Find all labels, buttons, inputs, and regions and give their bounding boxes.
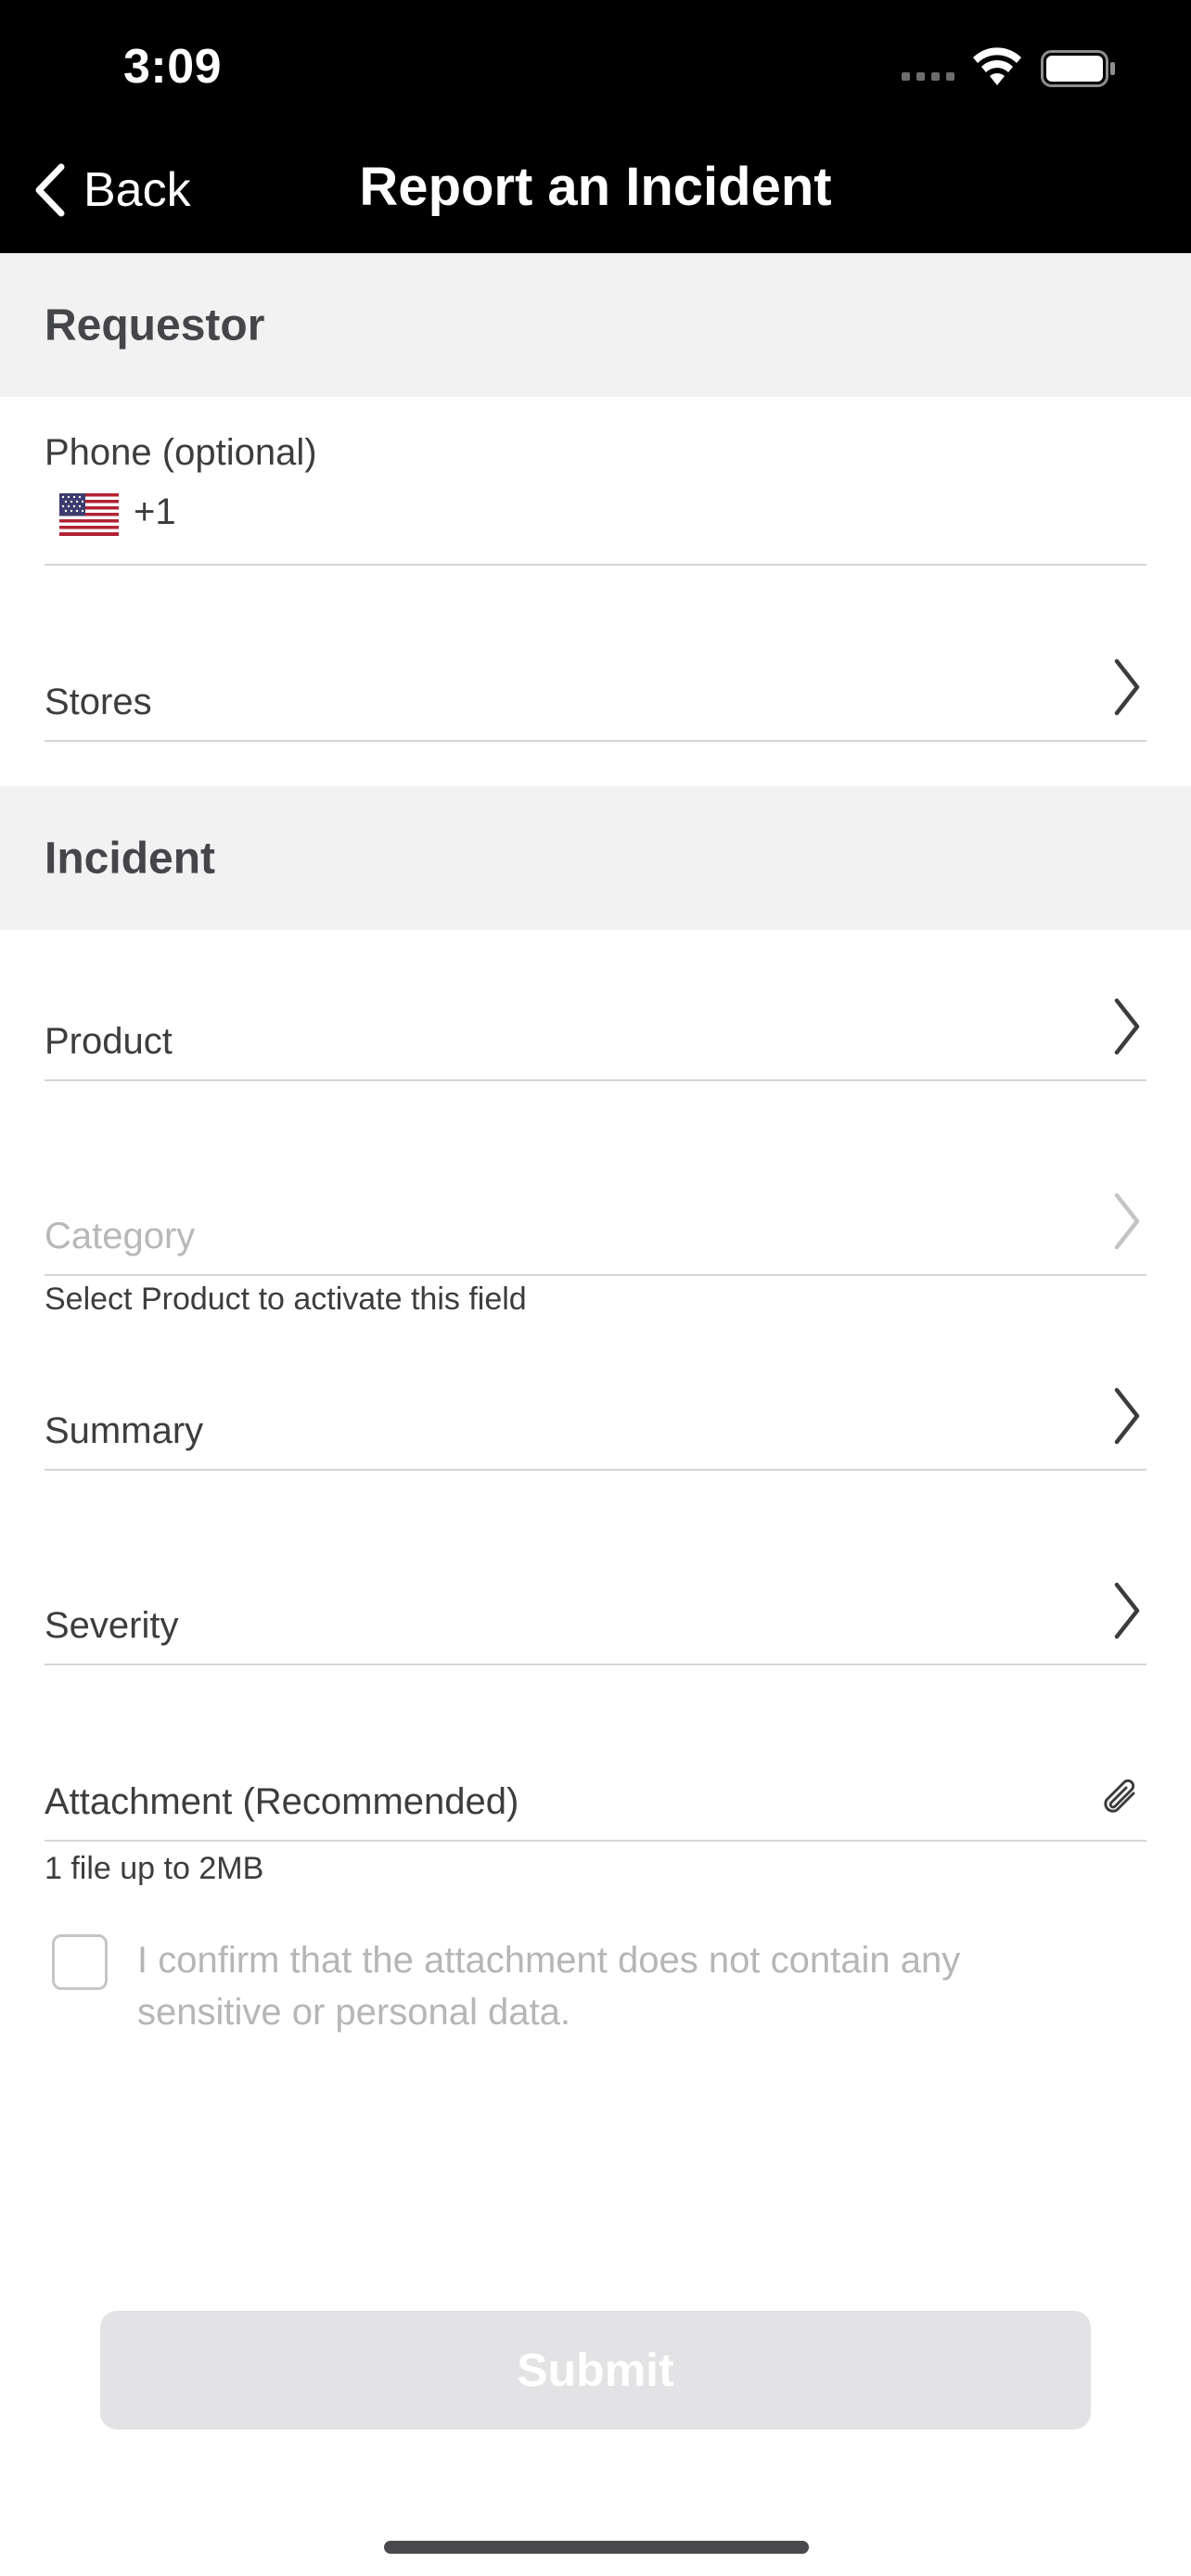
wifi-icon xyxy=(973,47,1021,85)
confirm-checkbox[interactable] xyxy=(52,1934,108,1990)
chevron-right-icon xyxy=(1114,998,1140,1055)
category-hint: Select Product to activate this field xyxy=(45,1282,527,1317)
stores-field[interactable]: Stores xyxy=(45,631,1146,742)
section-title: Incident xyxy=(45,834,216,883)
section-header-incident: Incident xyxy=(0,786,1191,930)
confirm-text: I confirm that the attachment does not c… xyxy=(137,1940,961,2033)
chevron-right-icon xyxy=(1114,1192,1140,1250)
paperclip-icon[interactable] xyxy=(1100,1775,1141,1821)
section-header-requestor: Requestor xyxy=(0,253,1191,397)
severity-field[interactable]: Severity xyxy=(45,1554,1146,1665)
home-indicator xyxy=(384,2541,809,2554)
summary-field[interactable]: Summary xyxy=(45,1359,1146,1471)
submit-button[interactable]: Submit xyxy=(100,2311,1091,2429)
battery-icon xyxy=(1041,50,1115,87)
phone-field-label: Phone (optional) xyxy=(45,432,317,473)
phone-field[interactable]: +1 xyxy=(45,482,1146,566)
chevron-right-icon xyxy=(1114,658,1140,716)
attachment-field[interactable]: Attachment (Recommended) xyxy=(45,1740,1146,1842)
category-label: Category xyxy=(45,1216,196,1256)
product-label: Product xyxy=(45,1021,173,1062)
attachment-label: Attachment (Recommended) xyxy=(45,1781,519,1822)
chevron-right-icon xyxy=(1114,1387,1140,1445)
us-flag-icon[interactable] xyxy=(59,493,119,536)
chevron-right-icon xyxy=(1114,1582,1140,1639)
product-field[interactable]: Product xyxy=(45,970,1146,1081)
severity-label: Severity xyxy=(45,1605,179,1646)
cellular-signal-icon xyxy=(902,72,957,82)
summary-label: Summary xyxy=(45,1410,204,1451)
page-title: Report an Incident xyxy=(359,157,832,217)
category-field: Category xyxy=(45,1165,1146,1276)
stores-label: Stores xyxy=(45,682,152,722)
section-title: Requestor xyxy=(45,300,265,350)
country-code[interactable]: +1 xyxy=(134,491,176,533)
attachment-hint: 1 file up to 2MB xyxy=(45,1851,264,1886)
status-time: 3:09 xyxy=(123,40,223,94)
navigation-bar: 3:09 Back Report an Incident xyxy=(0,0,1191,253)
